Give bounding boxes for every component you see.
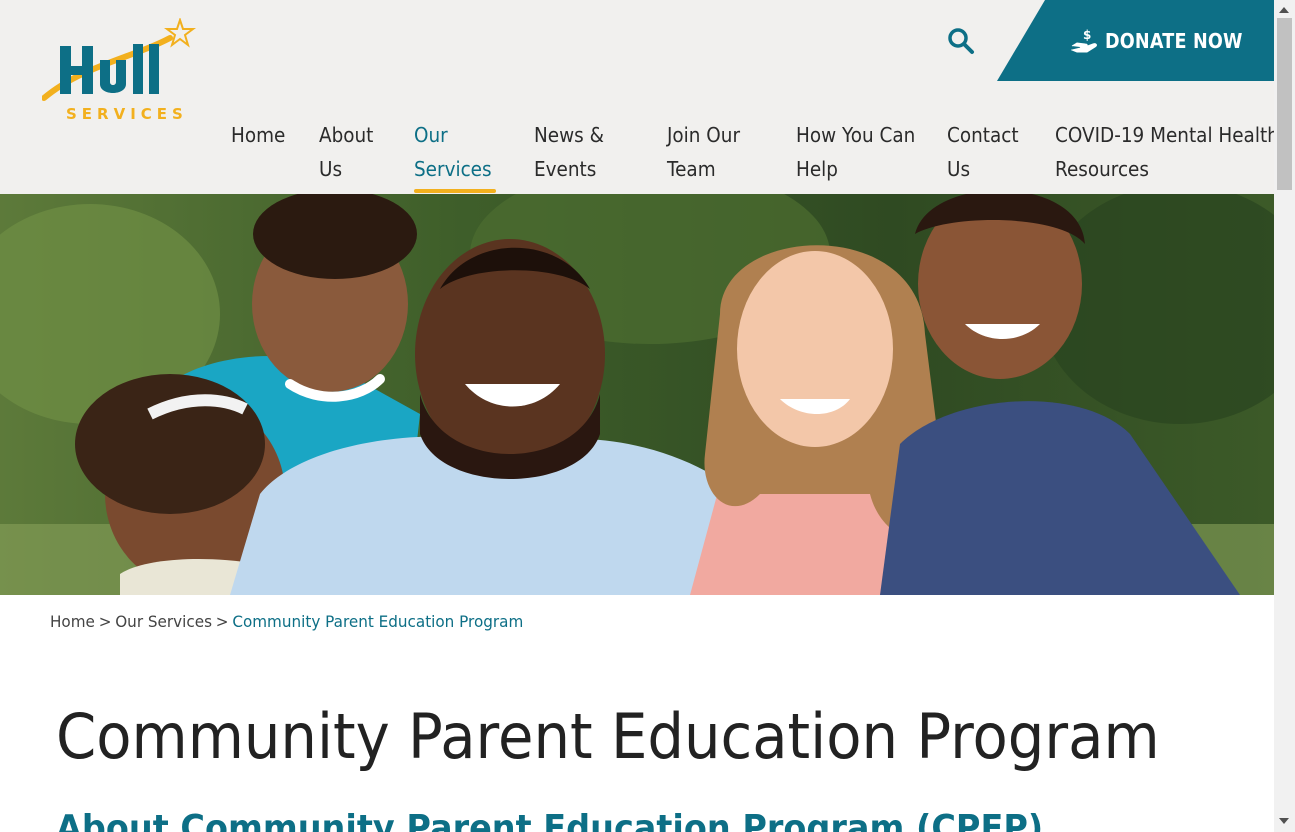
hull-services-logo[interactable]: SERVICES [42, 18, 198, 126]
nav-item-label: Us [319, 157, 343, 181]
nav-item-join-our-team[interactable]: Join Our Team [667, 118, 740, 186]
search-icon [948, 28, 974, 54]
scroll-up-arrow-icon[interactable] [1279, 7, 1289, 13]
nav-item-label: COVID-19 Mental Health [1055, 123, 1279, 147]
breadcrumb-home-link[interactable]: Home [50, 612, 95, 631]
nav-item-covid-19-mental-health-resources[interactable]: COVID-19 Mental Health Resources [1055, 118, 1279, 186]
hero-family-photo [0, 194, 1274, 595]
nav-item-label: Home [231, 123, 286, 147]
nav-item-label: Services [414, 157, 492, 181]
nav-item-label: Contact [947, 123, 1019, 147]
nav-item-how-you-can-help[interactable]: How You Can Help [796, 118, 915, 186]
svg-text:$: $ [1083, 28, 1091, 42]
nav-item-label: Join Our [667, 123, 741, 147]
donate-label: DONATE NOW [1105, 29, 1243, 53]
logo-subtext: SERVICES [66, 105, 188, 123]
nav-item-label: Resources [1055, 157, 1149, 181]
breadcrumb: Home > Our Services > Community Parent Educa… [50, 612, 523, 631]
family-photo-illustration [0, 194, 1274, 595]
nav-item-label: How You Can [796, 123, 916, 147]
nav-item-label: Us [947, 157, 971, 181]
site-header: SERVICES $ DONATE NOW Home About Us Our [0, 0, 1279, 194]
nav-item-label: News & [534, 123, 604, 147]
active-nav-underline [414, 189, 496, 193]
logo-mark [42, 18, 196, 101]
donate-now-button[interactable]: $ DONATE NOW [997, 0, 1274, 81]
breadcrumb-separator: > [98, 612, 112, 631]
scroll-thumb[interactable] [1277, 18, 1292, 190]
page-title: Community Parent Education Program [56, 700, 1160, 773]
scroll-down-arrow-icon[interactable] [1279, 818, 1289, 824]
search-button[interactable] [946, 26, 976, 56]
nav-item-label: Events [534, 157, 597, 181]
nav-item-label: Team [667, 157, 716, 181]
nav-item-home[interactable]: Home [231, 118, 285, 152]
nav-item-label: Help [796, 157, 838, 181]
section-heading: About Community Parent Education Program… [56, 808, 1044, 832]
nav-item-news-events[interactable]: News & Events [534, 118, 604, 186]
page-scrollbar[interactable] [1274, 0, 1295, 832]
nav-item-contact-us[interactable]: Contact Us [947, 118, 1019, 186]
breadcrumb-separator: > [215, 612, 229, 631]
breadcrumb-current-page: Community Parent Education Program [232, 612, 524, 631]
hand-dollar-icon: $ [1071, 28, 1097, 53]
nav-item-our-services[interactable]: Our Services [414, 118, 492, 186]
breadcrumb-our-services-link[interactable]: Our Services [115, 612, 212, 631]
nav-item-label: About [319, 123, 374, 147]
nav-item-about-us[interactable]: About Us [319, 118, 373, 186]
nav-item-label: Our [414, 123, 448, 147]
